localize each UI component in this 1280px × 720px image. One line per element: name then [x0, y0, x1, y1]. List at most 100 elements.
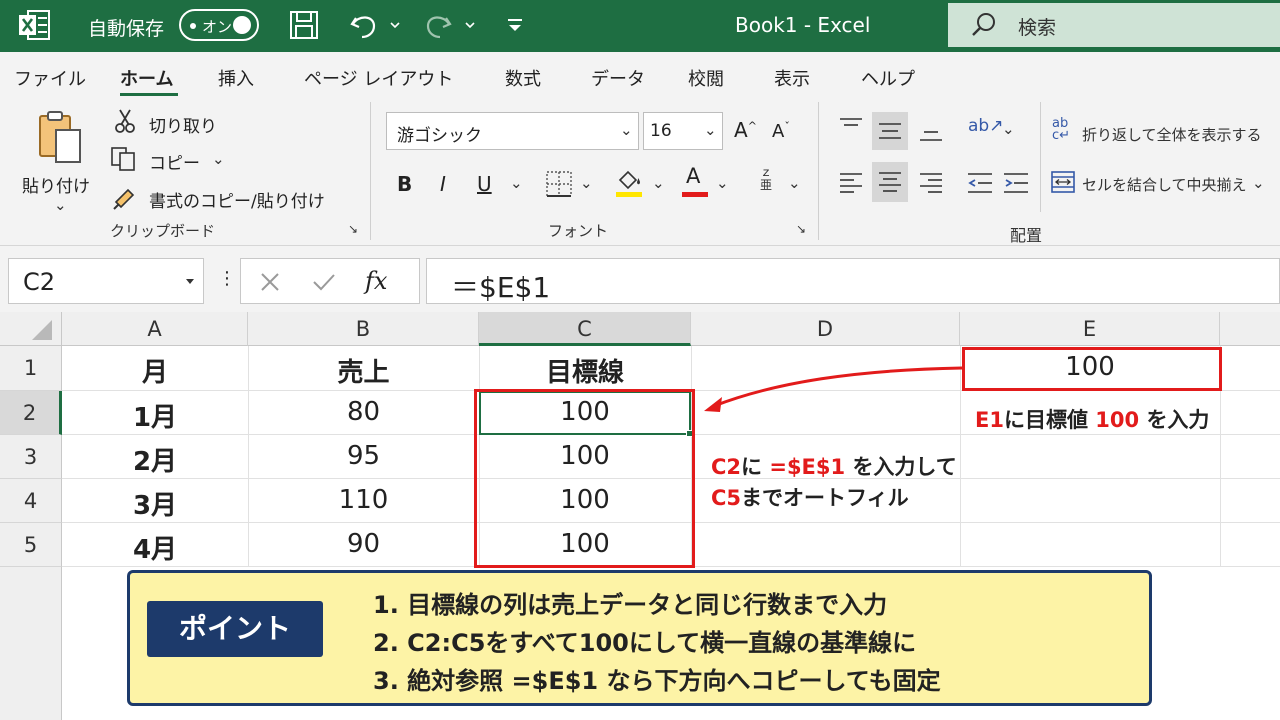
- tab-home[interactable]: ホーム: [120, 65, 173, 91]
- cell-a3[interactable]: 2月: [62, 441, 248, 478]
- format-painter-icon: [113, 188, 135, 210]
- target-range-highlight: [474, 389, 695, 568]
- align-top-icon[interactable]: [838, 116, 864, 138]
- copy-dropdown-icon[interactable]: ⌄: [212, 150, 225, 168]
- row-header-blank: [0, 567, 62, 720]
- e1-annotation-tail: を入力: [1146, 408, 1210, 432]
- select-all-triangle-icon: [32, 320, 52, 340]
- separator: [1040, 102, 1041, 212]
- arrow-icon: [704, 366, 963, 412]
- orientation-icon[interactable]: ab↗: [968, 116, 1003, 136]
- column-header-a[interactable]: A: [62, 312, 248, 346]
- wrap-text-button[interactable]: 折り返して全体を表示する: [1082, 124, 1262, 145]
- format-painter-button[interactable]: 書式のコピー/貼り付け: [149, 187, 325, 212]
- bold-button[interactable]: B: [397, 172, 412, 196]
- cell-b1[interactable]: 売上: [248, 352, 479, 389]
- tab-insert[interactable]: 挿入: [218, 65, 254, 91]
- select-all-corner[interactable]: [0, 312, 62, 346]
- decrease-font-icon[interactable]: Aˇ: [772, 120, 790, 142]
- column-header-c[interactable]: C: [479, 312, 691, 346]
- formula-input[interactable]: ＝$E$1: [426, 258, 1280, 304]
- font-name-value: 游ゴシック: [397, 126, 482, 146]
- row-header-4[interactable]: 4: [0, 479, 62, 523]
- cell-a1[interactable]: 月: [62, 352, 248, 389]
- align-right-icon[interactable]: [918, 170, 944, 196]
- font-size-combo[interactable]: 16 ⌄: [643, 112, 723, 150]
- cell-b3[interactable]: 95: [248, 441, 479, 471]
- autosave-label: 自動保存: [88, 18, 165, 40]
- orientation-dropdown-icon[interactable]: ⌄: [1002, 120, 1015, 138]
- insert-function-icon[interactable]: fx: [365, 267, 387, 295]
- row-header-5[interactable]: 5: [0, 523, 62, 567]
- tab-help[interactable]: ヘルプ: [861, 65, 915, 91]
- borders-icon[interactable]: [545, 170, 573, 198]
- merge-center-dropdown-icon[interactable]: ⌄: [1252, 174, 1265, 192]
- tab-review[interactable]: 校閲: [688, 65, 724, 91]
- tab-page-layout[interactable]: ページ レイアウト: [304, 65, 453, 91]
- column-header-d[interactable]: D: [691, 312, 960, 346]
- cut-icon: [115, 109, 135, 133]
- formula-bar: C2 ⋮ fx ＝$E$1: [0, 246, 1280, 312]
- row-header-1[interactable]: 1: [0, 346, 62, 391]
- redo-icon[interactable]: [424, 8, 482, 42]
- align-left-icon[interactable]: [838, 170, 864, 196]
- row-header-2[interactable]: 2: [0, 391, 62, 435]
- c2-annotation-tail: を入力して: [852, 455, 957, 479]
- cell-a2[interactable]: 1月: [62, 397, 248, 434]
- alignment-group-label: 配置: [1010, 226, 1043, 245]
- title-bar: 自動保存 オン Book1 - Excel 検索: [0, 0, 1280, 52]
- fill-color-icon[interactable]: [614, 166, 644, 198]
- column-header-f[interactable]: [1220, 312, 1280, 346]
- formula-buttons: fx: [240, 258, 420, 304]
- borders-dropdown-icon[interactable]: ⌄: [580, 174, 593, 192]
- cell-b5[interactable]: 90: [248, 529, 479, 559]
- font-launcher-icon[interactable]: ↘: [796, 222, 806, 236]
- underline-dropdown-icon[interactable]: ⌄: [510, 174, 523, 192]
- align-middle-button[interactable]: [872, 112, 908, 150]
- cell-c1[interactable]: 目標線: [479, 352, 691, 389]
- autosave-state: オン: [202, 18, 233, 36]
- formula-bar-grip-icon[interactable]: ⋮: [218, 268, 236, 289]
- cell-b2[interactable]: 80: [248, 397, 479, 427]
- paste-button[interactable]: 貼り付け ⌄: [18, 108, 102, 216]
- cut-button[interactable]: 切り取り: [149, 112, 217, 137]
- merge-center-button[interactable]: セルを結合して中央揃え: [1082, 174, 1247, 195]
- cancel-icon[interactable]: [259, 271, 281, 293]
- align-bottom-icon[interactable]: [918, 120, 944, 144]
- name-box-value: C2: [23, 268, 56, 296]
- separator: [370, 102, 371, 240]
- tab-view[interactable]: 表示: [774, 65, 810, 91]
- save-icon[interactable]: [288, 8, 320, 42]
- phonetic-icon[interactable]: ｚ亜: [760, 166, 772, 192]
- increase-indent-icon[interactable]: [1002, 170, 1030, 196]
- cell-b4[interactable]: 110: [248, 485, 479, 515]
- font-name-combo[interactable]: 游ゴシック ⌄: [386, 112, 639, 150]
- underline-button[interactable]: U: [477, 172, 492, 196]
- search-box[interactable]: 検索: [948, 3, 1280, 47]
- customize-toolbar-icon[interactable]: [504, 8, 526, 42]
- italic-button[interactable]: I: [440, 172, 446, 196]
- font-color-dropdown-icon[interactable]: ⌄: [716, 174, 729, 192]
- tab-formulas[interactable]: 数式: [505, 65, 541, 91]
- fill-color-dropdown-icon[interactable]: ⌄: [652, 174, 665, 192]
- decrease-indent-icon[interactable]: [966, 170, 994, 196]
- autosave-toggle[interactable]: オン: [179, 9, 259, 41]
- tab-data[interactable]: データ: [591, 65, 645, 91]
- align-center-button[interactable]: [872, 162, 908, 202]
- cell-a5[interactable]: 4月: [62, 529, 248, 566]
- name-box[interactable]: C2: [8, 258, 204, 304]
- row-header-3[interactable]: 3: [0, 435, 62, 479]
- clipboard-launcher-icon[interactable]: ↘: [348, 222, 358, 236]
- phonetic-dropdown-icon[interactable]: ⌄: [788, 174, 801, 192]
- enter-icon[interactable]: [311, 271, 337, 293]
- copy-button[interactable]: コピー: [149, 149, 200, 174]
- increase-font-icon[interactable]: A^: [734, 118, 757, 142]
- tab-file[interactable]: ファイル: [14, 65, 86, 91]
- name-box-dropdown-icon: [186, 279, 194, 284]
- column-header-e[interactable]: E: [960, 312, 1220, 346]
- font-color-icon[interactable]: A: [686, 164, 700, 188]
- active-tab-indicator: [120, 93, 178, 96]
- undo-icon[interactable]: [346, 8, 402, 42]
- column-header-b[interactable]: B: [248, 312, 479, 346]
- cell-a4[interactable]: 3月: [62, 485, 248, 522]
